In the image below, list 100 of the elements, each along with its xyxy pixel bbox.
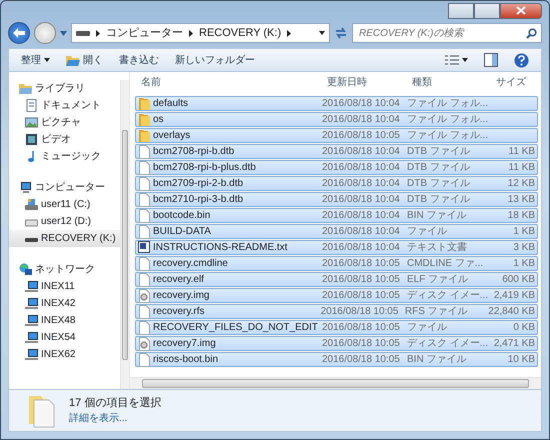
back-button[interactable] xyxy=(8,22,30,44)
file-name: recovery.cmdline xyxy=(153,257,228,271)
modified-date: 2016/08/18 10:05 xyxy=(322,130,400,141)
show-details-link[interactable]: 詳細を表示... xyxy=(69,411,162,426)
file-row[interactable]: recovery.rfs 2016/08/18 10:05 RFS ファイル 22,840 KB xyxy=(135,304,538,319)
nav-item[interactable]: ピクチャ xyxy=(9,114,120,131)
column-header[interactable]: 名前 xyxy=(136,74,322,90)
computer-icon xyxy=(25,348,38,361)
vertical-scrollbar[interactable] xyxy=(120,80,129,389)
file-type: テキスト文書 xyxy=(407,242,467,253)
file-name: overlays xyxy=(153,129,190,143)
file-icon xyxy=(138,320,150,334)
modified-date: 2016/08/18 10:04 xyxy=(322,162,400,173)
file-row[interactable]: BUILD-DATA 2016/08/18 10:04 ファイル 1 KB xyxy=(135,224,538,239)
network-icon xyxy=(19,263,32,276)
breadcrumb-item[interactable]: RECOVERY (K:) xyxy=(199,24,282,42)
file-row[interactable]: bcm2708-rpi-b-plus.dtb 2016/08/18 10:04 DTB ファイル 11 KB xyxy=(135,160,538,175)
view-list-icon xyxy=(445,55,459,65)
nav-item[interactable]: INEX42 xyxy=(9,295,120,312)
file-icon xyxy=(138,192,150,206)
history-dropdown-icon[interactable] xyxy=(60,30,67,36)
column-header[interactable]: サイズ xyxy=(491,74,541,90)
file-type: DTB ファイル xyxy=(407,162,470,173)
refresh-icon[interactable] xyxy=(334,26,348,40)
file-icon xyxy=(138,144,150,158)
file-name: bcm2708-rpi-b.dtb xyxy=(153,145,234,159)
file-name: bcm2709-rpi-2-b.dtb xyxy=(153,177,244,191)
modified-date: 2016/08/18 10:05 xyxy=(322,354,400,365)
file-row[interactable]: recovery.elf 2016/08/18 10:05 ELF ファイル 600 KB xyxy=(135,272,538,287)
modified-date: 2016/08/18 10:04 xyxy=(322,194,400,205)
toolbar-button[interactable]: 開く xyxy=(60,50,109,70)
nav-item[interactable]: ビデオ xyxy=(9,131,120,148)
minimize-button[interactable] xyxy=(448,3,474,19)
address-bar[interactable]: コンピューター RECOVERY (K:) xyxy=(71,23,330,43)
toolbar-button[interactable]: 書き込む xyxy=(113,50,165,70)
close-button[interactable] xyxy=(500,3,542,19)
computer-icon xyxy=(25,280,38,293)
nav-item[interactable]: INEX62 xyxy=(9,346,120,363)
nav-item[interactable]: user11 (C:) xyxy=(9,196,120,213)
nav-item[interactable]: ライブラリ xyxy=(9,80,120,97)
column-header[interactable]: 更新日時 xyxy=(322,74,407,90)
file-row[interactable]: bootcode.bin 2016/08/18 10:04 BIN ファイル 18 KB xyxy=(135,208,538,223)
column-header[interactable]: 種類 xyxy=(407,74,491,90)
file-icon xyxy=(138,176,150,190)
horizontal-scrollbar[interactable] xyxy=(130,377,541,389)
file-name: BUILD-DATA xyxy=(153,225,211,239)
file-type: ファイル xyxy=(407,226,447,237)
file-size: 1 KB xyxy=(513,226,535,237)
file-type: ELF ファイル xyxy=(407,274,468,285)
file-size: 2,419 KB xyxy=(494,290,535,301)
file-row[interactable]: INSTRUCTIONS-README.txt 2016/08/18 10:04 テキスト文書 3 KB xyxy=(135,240,538,255)
chevron-icon xyxy=(287,30,292,36)
file-row[interactable]: recovery7.img 2016/08/18 10:05 ディスク イメー... 2,471 KB xyxy=(135,336,538,351)
nav-item[interactable]: ドキュメント xyxy=(9,97,120,114)
file-type: DTB ファイル xyxy=(407,178,470,189)
file-type: ファイル フォル... xyxy=(407,98,488,109)
file-name: bootcode.bin xyxy=(153,209,210,223)
breadcrumb-item[interactable]: コンピューター xyxy=(106,24,183,42)
caret-icon xyxy=(44,58,50,62)
file-row[interactable]: bcm2710-rpi-3-b.dtb 2016/08/18 10:04 DTB ファイル 13 KB xyxy=(135,192,538,207)
maximize-button[interactable] xyxy=(474,3,500,19)
nav-item[interactable]: user12 (D:) xyxy=(9,213,120,230)
file-row[interactable]: overlays 2016/08/18 10:05 ファイル フォル... xyxy=(135,128,538,143)
close-icon xyxy=(516,6,526,16)
folder-icon xyxy=(138,128,150,142)
nav-item[interactable]: コンピューター xyxy=(9,179,120,196)
file-row[interactable]: recovery.img 2016/08/18 10:05 ディスク イメー... 2,419 KB xyxy=(135,288,538,303)
search-box[interactable]: RECOVERY (K:)の検索 xyxy=(352,23,542,43)
nav-item[interactable]: INEX48 xyxy=(9,312,120,329)
nav-item[interactable]: ミュージック xyxy=(9,148,120,165)
back-arrow-icon xyxy=(12,26,26,39)
file-size: 18 KB xyxy=(508,210,535,221)
dropdown-caret-icon xyxy=(319,31,325,35)
file-type: DTB ファイル xyxy=(407,194,470,205)
document-icon xyxy=(25,99,38,112)
file-name: INSTRUCTIONS-README.txt xyxy=(153,241,288,255)
file-row[interactable]: os 2016/08/18 10:04 ファイル フォル... xyxy=(135,112,538,127)
file-row[interactable]: recovery.cmdline 2016/08/18 10:05 CMDLINE ファ... 1 KB xyxy=(135,256,538,271)
nav-item[interactable]: ネットワーク xyxy=(9,261,120,278)
modified-date: 2016/08/18 10:05 xyxy=(320,306,398,317)
file-row[interactable]: bcm2709-rpi-2-b.dtb 2016/08/18 10:04 DTB ファイル 12 KB xyxy=(135,176,538,191)
nav-item[interactable]: RECOVERY (K:) xyxy=(9,230,120,247)
toolbar-button[interactable]: 新しいフォルダー xyxy=(169,50,261,70)
file-name: os xyxy=(153,113,164,127)
file-row[interactable]: riscos-boot.bin 2016/08/18 10:05 BIN ファイル 10 KB xyxy=(135,352,538,367)
file-row[interactable]: defaults 2016/08/18 10:04 ファイル フォル... xyxy=(135,96,538,111)
file-row[interactable]: bcm2708-rpi-b.dtb 2016/08/18 10:04 DTB ファイル 11 KB xyxy=(135,144,538,159)
file-name: bcm2708-rpi-b-plus.dtb xyxy=(153,161,256,175)
drive-icon xyxy=(76,29,90,37)
modified-date: 2016/08/18 10:05 xyxy=(322,290,400,301)
modified-date: 2016/08/18 10:04 xyxy=(322,146,400,157)
file-row[interactable]: RECOVERY_FILES_DO_NOT_EDIT 2016/08/18 10:05 ファイル 0 KB xyxy=(135,320,538,335)
organize-button[interactable]: 整理 xyxy=(15,50,56,70)
forward-button[interactable] xyxy=(34,22,56,44)
file-icon xyxy=(138,256,150,270)
modified-date: 2016/08/18 10:04 xyxy=(322,178,400,189)
file-type: RFS ファイル xyxy=(404,306,468,317)
nav-item[interactable]: INEX11 xyxy=(9,278,120,295)
nav-item[interactable]: INEX54 xyxy=(9,329,120,346)
file-icon xyxy=(138,352,150,366)
